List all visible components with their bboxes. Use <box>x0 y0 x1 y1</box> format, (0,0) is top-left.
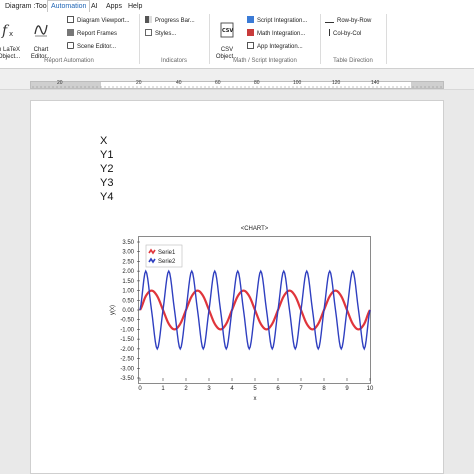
legend-label: Serie1 <box>158 250 176 256</box>
y-tick-label: 3.50 <box>122 240 134 246</box>
y-tick-label: -1.00 <box>120 327 134 333</box>
variable-label: X <box>100 135 108 147</box>
y-tick-label: -0.50 <box>120 318 134 324</box>
y-tick-label: 1.00 <box>122 289 134 295</box>
ruler-label: 20 <box>57 80 63 86</box>
tab-apps[interactable]: Apps <box>103 1 125 12</box>
series-line-serie2 <box>139 269 371 351</box>
x-axis-label: x <box>254 396 257 402</box>
x-tick-label: 5 <box>253 386 257 392</box>
group-report-automation: Report Automation <box>44 58 94 64</box>
y-tick-label: -3.50 <box>120 376 134 382</box>
styles-icon <box>145 29 152 36</box>
tab-ai[interactable]: AI <box>88 1 101 12</box>
legend-swatch <box>148 257 156 264</box>
ruler-label: 120 <box>332 80 341 86</box>
styles-button[interactable]: Styles... <box>145 29 176 39</box>
y-tick-label: -3.00 <box>120 366 134 372</box>
app-icon <box>247 42 254 49</box>
math-icon <box>247 29 254 36</box>
y-tick-label: 0.50 <box>122 298 134 304</box>
ruler-label: 80 <box>254 80 260 86</box>
col-by-col-button[interactable]: Col-by-Col <box>325 29 361 39</box>
latex-object-button[interactable]: f x n LaTeX Object... <box>0 15 22 61</box>
ruler-label: 60 <box>215 80 221 86</box>
script-icon <box>247 16 254 23</box>
chart-editor-button[interactable]: Chart Editor... <box>28 15 54 61</box>
y-tick-label: -1.50 <box>120 337 134 343</box>
chart-legend: Serie1 Serie2 <box>145 244 183 268</box>
viewport-icon <box>67 16 74 23</box>
progress-bar-button[interactable]: Progress Bar... <box>145 16 195 26</box>
math-integration-button[interactable]: Math Integration... <box>247 29 305 39</box>
arrow-right-icon <box>325 18 334 23</box>
x-tick-label: 7 <box>299 386 303 392</box>
csv-object-button[interactable]: CSV CSV Object... <box>214 15 240 61</box>
y-tick-label: 1.50 <box>122 279 134 285</box>
chart-curve-icon <box>34 24 48 37</box>
y-tick-label: -2.50 <box>120 357 134 363</box>
ruler-ticks <box>31 82 443 88</box>
y-tick-label: 0.00 <box>122 308 134 314</box>
csv-icon-text: CSV <box>222 28 233 34</box>
y-axis-label: y(x) <box>110 305 116 315</box>
ribbon: f x n LaTeX Object... Chart Editor... Di… <box>0 12 474 69</box>
scene-icon <box>67 42 74 49</box>
arrow-down-icon <box>325 29 330 36</box>
x-tick-label: 9 <box>345 386 349 392</box>
script-integration-button[interactable]: Script Integration... <box>247 16 307 26</box>
x-tick-label: 2 <box>184 386 188 392</box>
x-tick-label: 10 <box>367 386 374 392</box>
y-tick-label: 2.50 <box>122 259 134 265</box>
ruler-label: 140 <box>371 80 380 86</box>
diagram-viewport-button[interactable]: Diagram Viewport... <box>67 16 130 26</box>
app-integration-button[interactable]: App Integration... <box>247 42 303 52</box>
legend-swatch <box>148 248 156 255</box>
svg-text:x: x <box>9 30 13 38</box>
ruler-label: 100 <box>293 80 302 86</box>
group-math-script: Math / Script Integration <box>233 58 297 64</box>
horizontal-ruler[interactable]: 20 20 40 60 80 100 120 140 <box>30 80 444 89</box>
group-table-direction: Table Direction <box>333 58 373 64</box>
tab-help[interactable]: Help <box>125 1 145 12</box>
legend-label: Serie2 <box>158 259 176 265</box>
report-frames-button[interactable]: Report Frames <box>67 29 117 39</box>
line-chart: 3.50 3.00 2.50 2.00 1.50 1.00 0.50 0.00 -0.50 -1.… <box>110 240 374 402</box>
variable-label: Y1 <box>100 149 114 161</box>
x-tick-label: 0 <box>138 386 142 392</box>
y-tick-label: 2.00 <box>122 269 134 275</box>
scene-editor-button[interactable]: Scene Editor... <box>67 42 116 52</box>
x-tick-label: 8 <box>322 386 326 392</box>
variable-label: Y4 <box>100 191 114 203</box>
ruler-label: 20 <box>136 80 142 86</box>
variable-label: Y2 <box>100 163 114 175</box>
x-tick-label: 4 <box>230 386 234 392</box>
function-icon: f x <box>1 23 13 38</box>
x-tick-label: 1 <box>161 386 165 392</box>
csv-file-icon: CSV <box>220 22 234 38</box>
variable-label: Y3 <box>100 177 114 189</box>
ruler-label: 40 <box>176 80 182 86</box>
frames-icon <box>67 29 74 36</box>
x-tick-label: 3 <box>207 386 211 392</box>
x-tick-label: 6 <box>276 386 280 392</box>
group-indicators: Indicators <box>160 58 187 64</box>
separator <box>386 14 387 64</box>
y-tick-label: 3.00 <box>122 250 134 256</box>
row-by-row-button[interactable]: Row-by-Row <box>325 16 371 26</box>
progress-bar-icon <box>145 16 152 23</box>
y-tick-label: -2.00 <box>120 347 134 353</box>
